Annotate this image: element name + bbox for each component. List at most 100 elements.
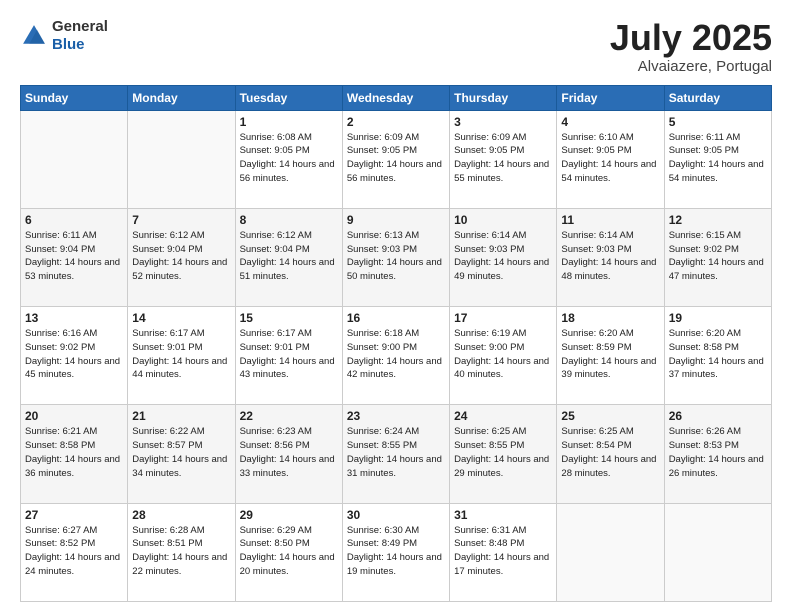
- sunrise-text: Sunrise: 6:19 AM: [454, 327, 552, 341]
- daylight-text: Daylight: 14 hours and 55 minutes.: [454, 158, 552, 186]
- table-row: 28Sunrise: 6:28 AMSunset: 8:51 PMDayligh…: [128, 503, 235, 601]
- calendar-week-row: 6Sunrise: 6:11 AMSunset: 9:04 PMDaylight…: [21, 208, 772, 306]
- day-number: 28: [132, 508, 230, 522]
- sunrise-text: Sunrise: 6:27 AM: [25, 524, 123, 538]
- col-sunday: Sunday: [21, 85, 128, 110]
- sunset-text: Sunset: 9:02 PM: [669, 243, 767, 257]
- daylight-text: Daylight: 14 hours and 53 minutes.: [25, 256, 123, 284]
- day-number: 11: [561, 213, 659, 227]
- table-row: 14Sunrise: 6:17 AMSunset: 9:01 PMDayligh…: [128, 307, 235, 405]
- table-row: 29Sunrise: 6:29 AMSunset: 8:50 PMDayligh…: [235, 503, 342, 601]
- daylight-text: Daylight: 14 hours and 17 minutes.: [454, 551, 552, 579]
- table-row: 3Sunrise: 6:09 AMSunset: 9:05 PMDaylight…: [450, 110, 557, 208]
- sunset-text: Sunset: 9:03 PM: [454, 243, 552, 257]
- table-row: 12 Sunrise: 6:15 AMSunset: 9:02 PMDayligh…: [664, 208, 771, 306]
- daylight-text: Daylight: 14 hours and 54 minutes.: [561, 158, 659, 186]
- sunset-text: Sunset: 9:05 PM: [240, 144, 338, 158]
- table-row: 7Sunrise: 6:12 AMSunset: 9:04 PMDaylight…: [128, 208, 235, 306]
- calendar-table: Sunday Monday Tuesday Wednesday Thursday…: [20, 85, 772, 602]
- day-number: 10: [454, 213, 552, 227]
- sunset-text: Sunset: 8:55 PM: [347, 439, 445, 453]
- day-number: 31: [454, 508, 552, 522]
- sunset-text: Sunset: 9:04 PM: [240, 243, 338, 257]
- daylight-text: Daylight: 14 hours and 42 minutes.: [347, 355, 445, 383]
- logo-text-general: General: [52, 18, 108, 36]
- table-row: 24Sunrise: 6:25 AMSunset: 8:55 PMDayligh…: [450, 405, 557, 503]
- daylight-text: Daylight: 14 hours and 49 minutes.: [454, 256, 552, 284]
- daylight-text: Daylight: 14 hours and 19 minutes.: [347, 551, 445, 579]
- daylight-text: Daylight: 14 hours and 28 minutes.: [561, 453, 659, 481]
- day-number: 24: [454, 409, 552, 423]
- table-row: 22Sunrise: 6:23 AMSunset: 8:56 PMDayligh…: [235, 405, 342, 503]
- sunset-text: Sunset: 9:03 PM: [347, 243, 445, 257]
- daylight-text: Daylight: 14 hours and 33 minutes.: [240, 453, 338, 481]
- sunrise-text: Sunrise: 6:12 AM: [240, 229, 338, 243]
- day-number: 12: [669, 213, 767, 227]
- sunrise-text: Sunrise: 6:23 AM: [240, 425, 338, 439]
- sunrise-text: Sunrise: 6:15 AM: [669, 229, 767, 243]
- daylight-text: Daylight: 14 hours and 47 minutes.: [669, 256, 767, 284]
- table-row: 9Sunrise: 6:13 AMSunset: 9:03 PMDaylight…: [342, 208, 449, 306]
- daylight-text: Daylight: 14 hours and 54 minutes.: [669, 158, 767, 186]
- col-wednesday: Wednesday: [342, 85, 449, 110]
- sunrise-text: Sunrise: 6:10 AM: [561, 131, 659, 145]
- table-row: 27Sunrise: 6:27 AMSunset: 8:52 PMDayligh…: [21, 503, 128, 601]
- day-number: 19: [669, 311, 767, 325]
- day-number: 14: [132, 311, 230, 325]
- day-number: 20: [25, 409, 123, 423]
- daylight-text: Daylight: 14 hours and 43 minutes.: [240, 355, 338, 383]
- sunset-text: Sunset: 8:55 PM: [454, 439, 552, 453]
- day-number: 2: [347, 115, 445, 129]
- sunrise-text: Sunrise: 6:20 AM: [561, 327, 659, 341]
- day-number: 13: [25, 311, 123, 325]
- day-number: 25: [561, 409, 659, 423]
- day-number: 1: [240, 115, 338, 129]
- day-number: 27: [25, 508, 123, 522]
- sunset-text: Sunset: 9:01 PM: [132, 341, 230, 355]
- daylight-text: Daylight: 14 hours and 48 minutes.: [561, 256, 659, 284]
- daylight-text: Daylight: 14 hours and 45 minutes.: [25, 355, 123, 383]
- table-row: [664, 503, 771, 601]
- calendar-week-row: 20Sunrise: 6:21 AMSunset: 8:58 PMDayligh…: [21, 405, 772, 503]
- sunrise-text: Sunrise: 6:14 AM: [561, 229, 659, 243]
- table-row: 4Sunrise: 6:10 AMSunset: 9:05 PMDaylight…: [557, 110, 664, 208]
- daylight-text: Daylight: 14 hours and 22 minutes.: [132, 551, 230, 579]
- day-number: 6: [25, 213, 123, 227]
- col-saturday: Saturday: [664, 85, 771, 110]
- sunrise-text: Sunrise: 6:29 AM: [240, 524, 338, 538]
- table-row: 6 Sunrise: 6:11 AMSunset: 9:04 PMDaylight…: [21, 208, 128, 306]
- calendar-week-row: 1Sunrise: 6:08 AMSunset: 9:05 PMDaylight…: [21, 110, 772, 208]
- daylight-text: Daylight: 14 hours and 40 minutes.: [454, 355, 552, 383]
- sunrise-text: Sunrise: 6:30 AM: [347, 524, 445, 538]
- location: Alvaiazere, Portugal: [610, 58, 772, 75]
- sunset-text: Sunset: 8:53 PM: [669, 439, 767, 453]
- sunset-text: Sunset: 9:04 PM: [25, 243, 123, 257]
- sunrise-text: Sunrise: 6:28 AM: [132, 524, 230, 538]
- daylight-text: Daylight: 14 hours and 52 minutes.: [132, 256, 230, 284]
- day-number: 26: [669, 409, 767, 423]
- daylight-text: Daylight: 14 hours and 56 minutes.: [240, 158, 338, 186]
- sunrise-text: Sunrise: 6:17 AM: [132, 327, 230, 341]
- page-header: General Blue July 2025 Alvaiazere, Portu…: [20, 18, 772, 75]
- sunrise-text: Sunrise: 6:11 AM: [669, 131, 767, 145]
- table-row: 19Sunrise: 6:20 AMSunset: 8:58 PMDayligh…: [664, 307, 771, 405]
- sunrise-text: Sunrise: 6:22 AM: [132, 425, 230, 439]
- sunrise-text: Sunrise: 6:25 AM: [454, 425, 552, 439]
- table-row: 1Sunrise: 6:08 AMSunset: 9:05 PMDaylight…: [235, 110, 342, 208]
- col-thursday: Thursday: [450, 85, 557, 110]
- sunset-text: Sunset: 8:54 PM: [561, 439, 659, 453]
- table-row: 11Sunrise: 6:14 AMSunset: 9:03 PMDayligh…: [557, 208, 664, 306]
- sunset-text: Sunset: 8:58 PM: [669, 341, 767, 355]
- table-row: [557, 503, 664, 601]
- sunrise-text: Sunrise: 6:11 AM: [25, 229, 123, 243]
- sunset-text: Sunset: 9:04 PM: [132, 243, 230, 257]
- calendar-header-row: Sunday Monday Tuesday Wednesday Thursday…: [21, 85, 772, 110]
- table-row: 20Sunrise: 6:21 AMSunset: 8:58 PMDayligh…: [21, 405, 128, 503]
- sunset-text: Sunset: 8:48 PM: [454, 537, 552, 551]
- sunset-text: Sunset: 9:05 PM: [347, 144, 445, 158]
- table-row: 5Sunrise: 6:11 AMSunset: 9:05 PMDaylight…: [664, 110, 771, 208]
- table-row: 26Sunrise: 6:26 AMSunset: 8:53 PMDayligh…: [664, 405, 771, 503]
- day-number: 23: [347, 409, 445, 423]
- table-row: 8Sunrise: 6:12 AMSunset: 9:04 PMDaylight…: [235, 208, 342, 306]
- sunrise-text: Sunrise: 6:26 AM: [669, 425, 767, 439]
